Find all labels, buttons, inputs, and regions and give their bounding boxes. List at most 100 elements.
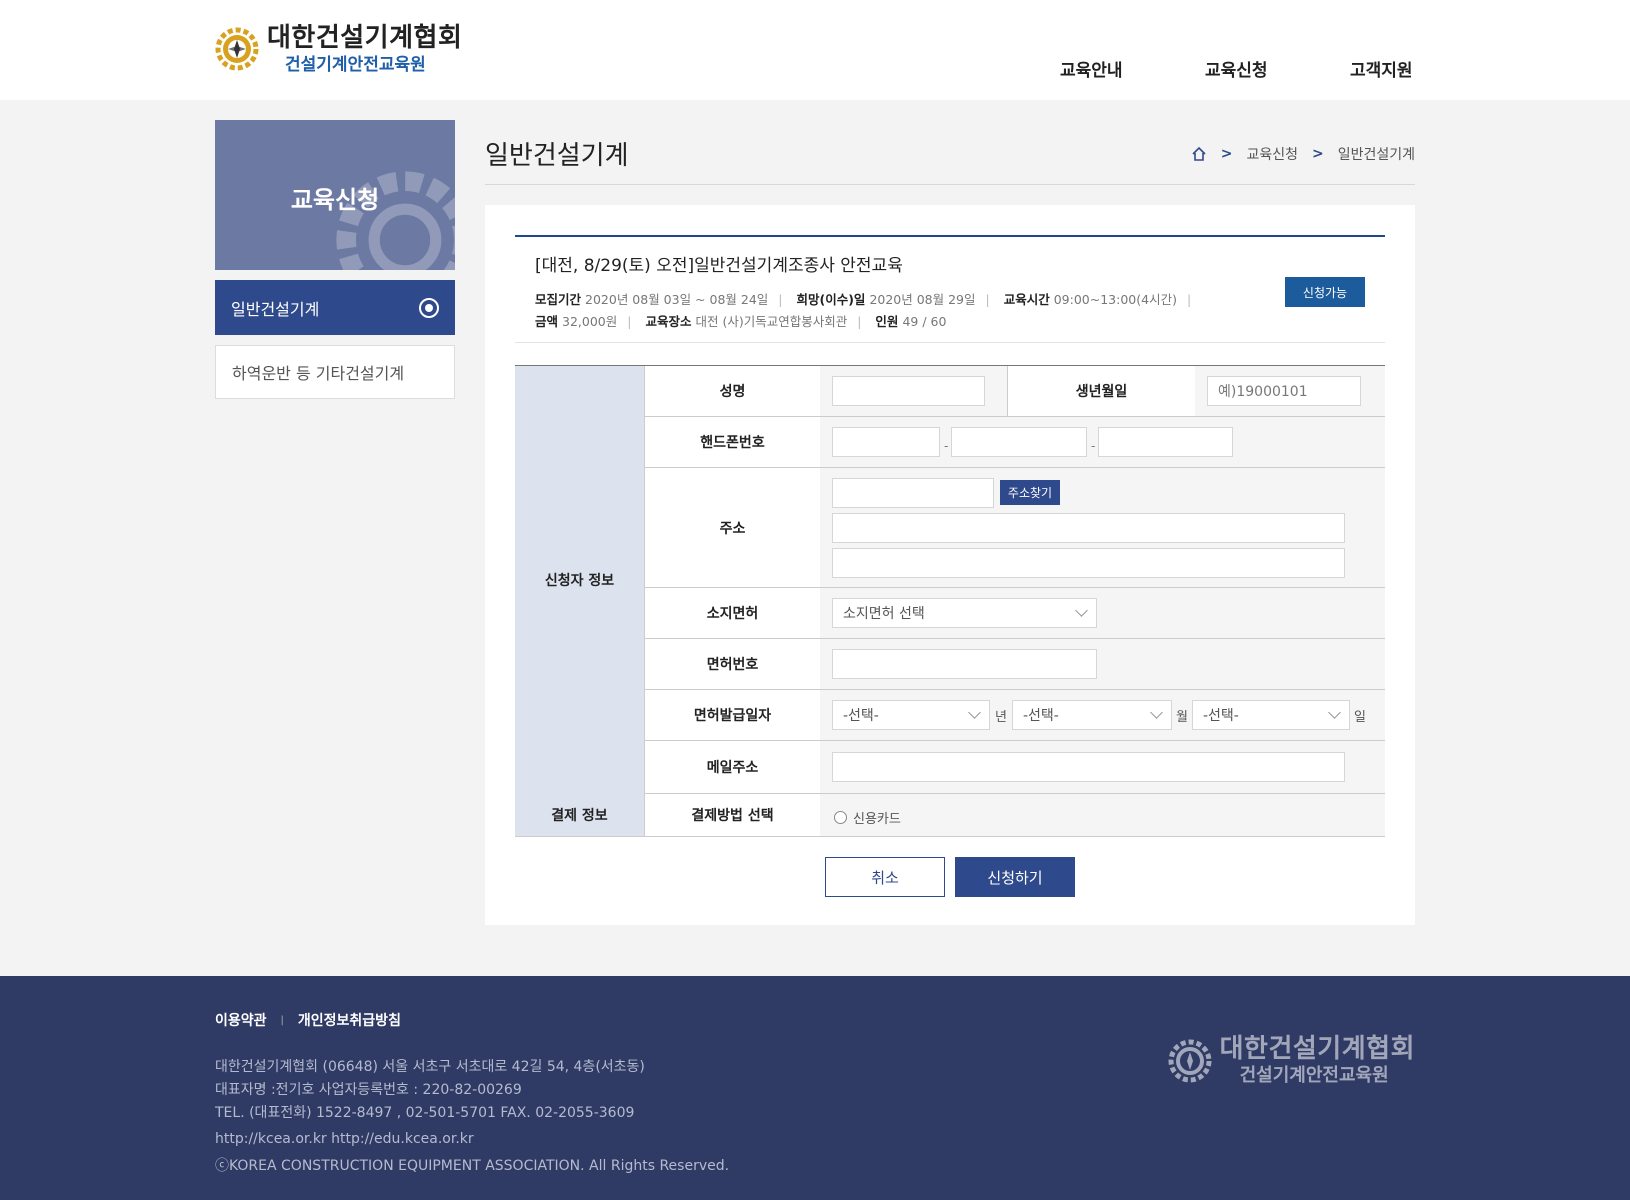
row-phone: 핸드폰번호 - - (645, 417, 1385, 468)
footer-address: 대한건설기계협회 (06648) 서울 서초구 서초대로 42길 54, 4층(… (215, 1059, 645, 1075)
birth-label: 생년월일 (1007, 366, 1195, 416)
place-label: 교육장소 (645, 314, 692, 329)
divider (485, 184, 1415, 185)
pay-option-card[interactable]: 신용카드 (834, 808, 901, 827)
issue-label: 면허발급일자 (645, 690, 820, 740)
wish-label: 희망(이수)일 (796, 292, 866, 307)
phone-input-2[interactable] (951, 427, 1087, 457)
sidebar-item-other[interactable]: 하역운반 등 기타건설기계 (215, 345, 455, 399)
sidebar-hero: 교육신청 (215, 120, 455, 270)
row-license-no: 면허번호 (645, 639, 1385, 690)
unit-day: 일 (1354, 710, 1366, 725)
brand-title: 대한건설기계협회 (267, 23, 463, 53)
issue-day-select[interactable]: -선택- (1192, 700, 1350, 730)
brand-subtitle: 건설기계안전교육원 (285, 55, 426, 75)
footer-rep: 대표자명 :전기호 사업자등록번호 : 220-82-00269 (215, 1082, 522, 1098)
footer-copyright: ⓒKOREA CONSTRUCTION EQUIPMENT ASSOCIATIO… (215, 1158, 730, 1174)
submit-button[interactable]: 신청하기 (955, 857, 1075, 897)
pay-option-label: 신용카드 (853, 812, 901, 827)
chevron-down-icon (1328, 706, 1341, 719)
recruit-label: 모집기간 (535, 292, 582, 307)
address-search-button[interactable]: 주소찾기 (1000, 480, 1060, 505)
zipcode-input[interactable] (832, 478, 994, 508)
row-name: 성명 생년월일 예)19000101 (645, 366, 1385, 417)
sidebar-item-label: 일반건설기계 (231, 299, 320, 319)
issue-year-select[interactable]: -선택- (832, 700, 990, 730)
footer-links: 이용약관 | 개인정보취급방침 (215, 1010, 401, 1030)
footer-link-terms[interactable]: 이용약관 (215, 1010, 267, 1030)
issue-year-value: -선택- (843, 708, 879, 724)
birth-input[interactable]: 예)19000101 (1207, 376, 1361, 406)
license-select-value: 소지면허 선택 (843, 606, 925, 622)
chevron-right-icon: > (1220, 146, 1233, 162)
phone-separator: - (1091, 439, 1096, 453)
application-form: 신청자 정보 결제 정보 성명 생년월일 예)19000101 핸드폰번호 - … (515, 365, 1385, 837)
fee-value: 32,000원 (562, 314, 618, 329)
name-input[interactable] (832, 376, 985, 406)
course-meta-line2: 금액 32,000원 | 교육장소 대전 (사)기독교연합봉사회관 | 인원 49 / 6… (535, 314, 947, 329)
nav-item-edu-info[interactable]: 교육안내 (1060, 56, 1123, 81)
cancel-button[interactable]: 취소 (825, 857, 945, 897)
issue-month-select[interactable]: -선택- (1012, 700, 1172, 730)
time-label: 교육시간 (1003, 292, 1050, 307)
site-footer: 이용약관 | 개인정보취급방침 대한건설기계협회 (06648) 서울 서초구 … (0, 976, 1630, 1200)
license-select[interactable]: 소지면허 선택 (832, 598, 1097, 628)
row-address: 주소 주소찾기 (645, 468, 1385, 588)
course-meta-line1: 모집기간 2020년 08월 03일 ~ 08월 24일 | 희망(이수)일 2020… (535, 292, 1192, 307)
address-input-1[interactable] (832, 513, 1345, 543)
phone-input-1[interactable] (832, 427, 940, 457)
unit-year: 년 (995, 710, 1007, 725)
license-label: 소지면허 (645, 588, 820, 638)
site-logo[interactable]: 대한건설기계협회 건설기계안전교육원 (215, 22, 462, 76)
chevron-down-icon (968, 706, 981, 719)
chevron-down-icon (1150, 706, 1163, 719)
chevron-right-icon: > (1311, 146, 1324, 162)
license-no-input[interactable] (832, 649, 1097, 679)
address-label: 주소 (645, 468, 820, 587)
row-email: 메일주소 (645, 741, 1385, 794)
row-issue-date: 면허발급일자 -선택- 년 -선택- 월 -선택- 일 (645, 690, 1385, 741)
footer-tel: TEL. (대표전화) 1522-8497 , 02-501-5701 FAX.… (215, 1105, 635, 1121)
time-value: 09:00~13:00(4시간) (1053, 292, 1177, 307)
row-license: 소지면허 소지면허 선택 (645, 588, 1385, 639)
breadcrumb-item[interactable]: 교육신청 (1246, 144, 1298, 164)
course-title: [대전, 8/29(토) 오전]일반건설기계조종사 안전교육 (535, 256, 903, 276)
footer-brand-subtitle: 건설기계안전교육원 (1239, 1065, 1389, 1086)
site-header: 대한건설기계협회 건설기계안전교육원 교육안내 교육신청 고객지원 (0, 0, 1630, 100)
pay-label: 결제방법 선택 (645, 794, 820, 836)
people-label: 인원 (875, 314, 899, 329)
footer-logo: 대한건설기계협회 건설기계안전교육원 (1168, 1034, 1415, 1088)
wish-value: 2020년 08월 29일 (869, 292, 976, 307)
fee-label: 금액 (535, 314, 559, 329)
radio-selected-icon (419, 298, 439, 318)
place-value: 대전 (사)기독교연합봉사회관 (695, 314, 848, 329)
recruit-value: 2020년 08월 03일 ~ 08월 24일 (585, 292, 769, 307)
phone-input-3[interactable] (1098, 427, 1233, 457)
group-label-applicant: 신청자 정보 (515, 366, 645, 794)
chevron-down-icon (1075, 604, 1088, 617)
issue-day-value: -선택- (1203, 708, 1239, 724)
sidebar-item-label: 하역운반 등 기타건설기계 (232, 364, 405, 383)
home-icon[interactable] (1191, 146, 1207, 162)
nav-item-edu-apply[interactable]: 교육신청 (1205, 56, 1268, 81)
breadcrumb-item[interactable]: 일반건설기계 (1338, 144, 1415, 164)
course-info: [대전, 8/29(토) 오전]일반건설기계조종사 안전교육 모집기간 2020년… (515, 235, 1385, 343)
license-no-label: 면허번호 (645, 639, 820, 689)
nav-item-support[interactable]: 고객지원 (1350, 56, 1413, 81)
gear-logo-icon (1168, 1039, 1212, 1083)
issue-month-value: -선택- (1023, 708, 1059, 724)
sidebar-item-general[interactable]: 일반건설기계 (215, 280, 455, 335)
page-title: 일반건설기계 (485, 141, 629, 171)
radio-button[interactable] (834, 811, 847, 824)
footer-brand-title: 대한건설기계협회 (1219, 1034, 1415, 1064)
content-card: [대전, 8/29(토) 오전]일반건설기계조종사 안전교육 모집기간 2020년… (485, 205, 1415, 925)
footer-link-privacy[interactable]: 개인정보취급방침 (298, 1010, 401, 1030)
group-label-payment: 결제 정보 (515, 794, 645, 837)
email-input[interactable] (832, 752, 1345, 782)
phone-separator: - (944, 439, 949, 453)
footer-urls: http://kcea.or.kr http://edu.kcea.or.kr (215, 1131, 474, 1147)
phone-label: 핸드폰번호 (645, 417, 820, 467)
row-payment: 결제방법 선택 신용카드 (645, 794, 1385, 837)
address-input-2[interactable] (832, 548, 1345, 578)
breadcrumb: > 교육신청 > 일반건설기계 (1191, 144, 1415, 164)
